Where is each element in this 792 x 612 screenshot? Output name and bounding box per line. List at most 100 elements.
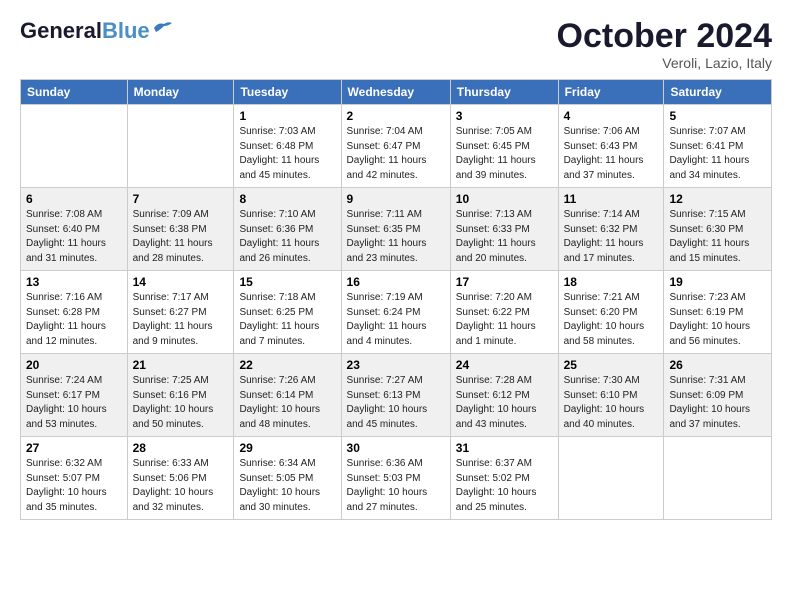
day-detail: Sunrise: 7:23 AM Sunset: 6:19 PM Dayligh… — [669, 291, 766, 349]
calendar-week-row: 1 Sunrise: 7:03 AM Sunset: 6:48 PM Daylig… — [21, 105, 772, 188]
day-detail: Sunrise: 7:16 AM Sunset: 6:28 PM Dayligh… — [26, 291, 122, 349]
calendar-cell: 26 Sunrise: 7:31 AM Sunset: 6:09 PM Dayli… — [664, 354, 772, 437]
day-detail: Sunrise: 7:21 AM Sunset: 6:20 PM Dayligh… — [564, 291, 659, 349]
calendar-cell: 10Sunrise: 7:13 AM Sunset: 6:33 PM Dayli… — [450, 188, 558, 271]
day-detail: Sunrise: 7:10 AM Sunset: 6:36 PM Dayligh… — [239, 208, 335, 266]
calendar-cell: 5 Sunrise: 7:07 AM Sunset: 6:41 PM Daylig… — [664, 105, 772, 188]
day-number: 5 — [669, 109, 766, 123]
calendar-cell: 7 Sunrise: 7:09 AM Sunset: 6:38 PM Daylig… — [127, 188, 234, 271]
day-number: 29 — [239, 441, 335, 455]
day-number: 26 — [669, 358, 766, 372]
calendar-cell: 2 Sunrise: 7:04 AM Sunset: 6:47 PM Daylig… — [341, 105, 450, 188]
calendar-cell: 23Sunrise: 7:27 AM Sunset: 6:13 PM Dayli… — [341, 354, 450, 437]
day-detail: Sunrise: 7:18 AM Sunset: 6:25 PM Dayligh… — [239, 291, 335, 349]
day-detail: Sunrise: 7:24 AM Sunset: 6:17 PM Dayligh… — [26, 374, 122, 432]
day-detail: Sunrise: 7:07 AM Sunset: 6:41 PM Dayligh… — [669, 125, 766, 183]
day-detail: Sunrise: 7:09 AM Sunset: 6:38 PM Dayligh… — [133, 208, 229, 266]
day-detail: Sunrise: 7:26 AM Sunset: 6:14 PM Dayligh… — [239, 374, 335, 432]
calendar-cell: 28Sunrise: 6:33 AM Sunset: 5:06 PM Dayli… — [127, 437, 234, 520]
calendar-cell: 31Sunrise: 6:37 AM Sunset: 5:02 PM Dayli… — [450, 437, 558, 520]
day-detail: Sunrise: 7:08 AM Sunset: 6:40 PM Dayligh… — [26, 208, 122, 266]
day-detail: Sunrise: 7:31 AM Sunset: 6:09 PM Dayligh… — [669, 374, 766, 432]
day-detail: Sunrise: 7:17 AM Sunset: 6:27 PM Dayligh… — [133, 291, 229, 349]
day-number: 21 — [133, 358, 229, 372]
day-number: 24 — [456, 358, 553, 372]
calendar-cell: 6 Sunrise: 7:08 AM Sunset: 6:40 PM Daylig… — [21, 188, 128, 271]
day-number: 10 — [456, 192, 553, 206]
header: GeneralBlue October 2024 Veroli, Lazio, … — [20, 18, 772, 71]
day-detail: Sunrise: 6:36 AM Sunset: 5:03 PM Dayligh… — [347, 457, 445, 515]
day-number: 8 — [239, 192, 335, 206]
day-number: 9 — [347, 192, 445, 206]
day-number: 6 — [26, 192, 122, 206]
calendar-cell: 20 Sunrise: 7:24 AM Sunset: 6:17 PM Dayli… — [21, 354, 128, 437]
calendar-cell: 11Sunrise: 7:14 AM Sunset: 6:32 PM Dayli… — [558, 188, 664, 271]
day-detail: Sunrise: 7:14 AM Sunset: 6:32 PM Dayligh… — [564, 208, 659, 266]
calendar-cell: 25 Sunrise: 7:30 AM Sunset: 6:10 PM Dayli… — [558, 354, 664, 437]
calendar-cell — [21, 105, 128, 188]
day-number: 7 — [133, 192, 229, 206]
weekday-header-row: SundayMondayTuesdayWednesdayThursdayFrid… — [21, 80, 772, 105]
calendar-cell: 21 Sunrise: 7:25 AM Sunset: 6:16 PM Dayli… — [127, 354, 234, 437]
calendar-cell: 17 Sunrise: 7:20 AM Sunset: 6:22 PM Dayli… — [450, 271, 558, 354]
day-number: 12 — [669, 192, 766, 206]
calendar-cell: 9 Sunrise: 7:11 AM Sunset: 6:35 PM Daylig… — [341, 188, 450, 271]
calendar-cell: 19 Sunrise: 7:23 AM Sunset: 6:19 PM Dayli… — [664, 271, 772, 354]
day-detail: Sunrise: 7:11 AM Sunset: 6:35 PM Dayligh… — [347, 208, 445, 266]
calendar-cell — [664, 437, 772, 520]
day-number: 16 — [347, 275, 445, 289]
weekday-header: Tuesday — [234, 80, 341, 105]
logo: GeneralBlue — [20, 18, 174, 44]
calendar-week-row: 6 Sunrise: 7:08 AM Sunset: 6:40 PM Daylig… — [21, 188, 772, 271]
day-number: 19 — [669, 275, 766, 289]
weekday-header: Sunday — [21, 80, 128, 105]
day-number: 25 — [564, 358, 659, 372]
title-block: October 2024 Veroli, Lazio, Italy — [557, 18, 772, 71]
day-detail: Sunrise: 7:28 AM Sunset: 6:12 PM Dayligh… — [456, 374, 553, 432]
day-detail: Sunrise: 7:20 AM Sunset: 6:22 PM Dayligh… — [456, 291, 553, 349]
weekday-header: Friday — [558, 80, 664, 105]
calendar-cell: 27 Sunrise: 6:32 AM Sunset: 5:07 PM Dayli… — [21, 437, 128, 520]
calendar-cell: 3Sunrise: 7:05 AM Sunset: 6:45 PM Daylig… — [450, 105, 558, 188]
calendar-cell: 4Sunrise: 7:06 AM Sunset: 6:43 PM Daylig… — [558, 105, 664, 188]
logo-blue: Blue — [102, 18, 150, 44]
day-number: 17 — [456, 275, 553, 289]
day-number: 2 — [347, 109, 445, 123]
calendar-cell: 14 Sunrise: 7:17 AM Sunset: 6:27 PM Dayli… — [127, 271, 234, 354]
calendar-cell: 24 Sunrise: 7:28 AM Sunset: 6:12 PM Dayli… — [450, 354, 558, 437]
day-number: 3 — [456, 109, 553, 123]
day-detail: Sunrise: 6:37 AM Sunset: 5:02 PM Dayligh… — [456, 457, 553, 515]
weekday-header: Saturday — [664, 80, 772, 105]
day-detail: Sunrise: 7:03 AM Sunset: 6:48 PM Dayligh… — [239, 125, 335, 183]
day-detail: Sunrise: 7:19 AM Sunset: 6:24 PM Dayligh… — [347, 291, 445, 349]
day-detail: Sunrise: 7:27 AM Sunset: 6:13 PM Dayligh… — [347, 374, 445, 432]
day-detail: Sunrise: 7:25 AM Sunset: 6:16 PM Dayligh… — [133, 374, 229, 432]
page: GeneralBlue October 2024 Veroli, Lazio, … — [0, 0, 792, 612]
calendar-cell — [558, 437, 664, 520]
calendar-cell: 22Sunrise: 7:26 AM Sunset: 6:14 PM Dayli… — [234, 354, 341, 437]
day-number: 4 — [564, 109, 659, 123]
calendar-cell: 18Sunrise: 7:21 AM Sunset: 6:20 PM Dayli… — [558, 271, 664, 354]
day-detail: Sunrise: 6:32 AM Sunset: 5:07 PM Dayligh… — [26, 457, 122, 515]
day-number: 14 — [133, 275, 229, 289]
day-number: 15 — [239, 275, 335, 289]
weekday-header: Wednesday — [341, 80, 450, 105]
logo-bird-icon — [152, 20, 174, 36]
calendar-cell: 16 Sunrise: 7:19 AM Sunset: 6:24 PM Dayli… — [341, 271, 450, 354]
calendar-cell — [127, 105, 234, 188]
day-number: 13 — [26, 275, 122, 289]
day-detail: Sunrise: 7:15 AM Sunset: 6:30 PM Dayligh… — [669, 208, 766, 266]
weekday-header: Thursday — [450, 80, 558, 105]
calendar-cell: 8 Sunrise: 7:10 AM Sunset: 6:36 PM Daylig… — [234, 188, 341, 271]
day-number: 20 — [26, 358, 122, 372]
month-title: October 2024 — [557, 18, 772, 55]
calendar-cell: 30 Sunrise: 6:36 AM Sunset: 5:03 PM Dayli… — [341, 437, 450, 520]
day-number: 27 — [26, 441, 122, 455]
calendar-cell: 1 Sunrise: 7:03 AM Sunset: 6:48 PM Daylig… — [234, 105, 341, 188]
day-detail: Sunrise: 7:04 AM Sunset: 6:47 PM Dayligh… — [347, 125, 445, 183]
day-detail: Sunrise: 7:30 AM Sunset: 6:10 PM Dayligh… — [564, 374, 659, 432]
day-number: 30 — [347, 441, 445, 455]
calendar-cell: 15 Sunrise: 7:18 AM Sunset: 6:25 PM Dayli… — [234, 271, 341, 354]
day-number: 1 — [239, 109, 335, 123]
calendar-cell: 29Sunrise: 6:34 AM Sunset: 5:05 PM Dayli… — [234, 437, 341, 520]
